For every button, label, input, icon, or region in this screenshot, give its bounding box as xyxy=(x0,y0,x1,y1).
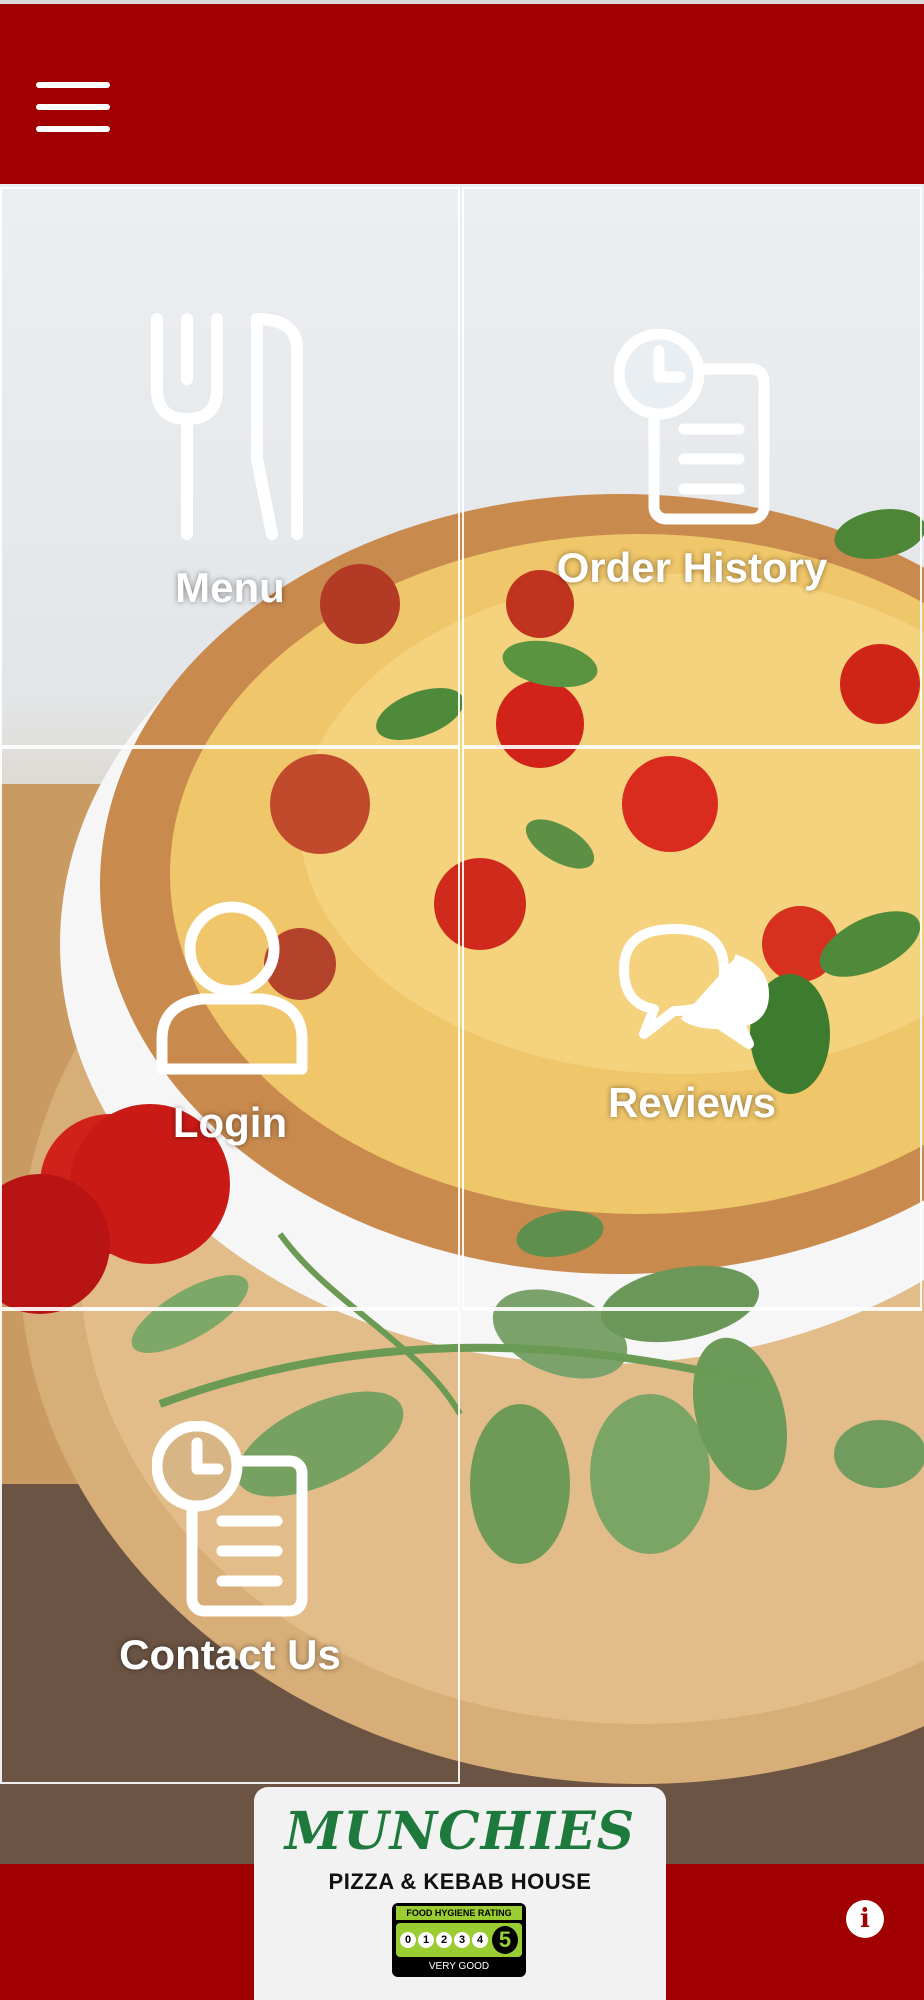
fork-knife-icon xyxy=(151,313,303,540)
tile-login[interactable]: Login xyxy=(0,747,460,1309)
tile-label-menu: Menu xyxy=(175,564,285,611)
hygiene-scale-3: 3 xyxy=(454,1932,470,1948)
hygiene-rating-text: VERY GOOD xyxy=(428,1961,490,1972)
logo-subtitle: PIZZA & KEBAB HOUSE xyxy=(328,1869,592,1894)
hygiene-scale-0: 0 xyxy=(400,1932,416,1948)
restaurant-logo-card: MUNCHIES PIZZA & KEBAB HOUSE FOOD HYGIEN… xyxy=(254,1787,666,2000)
tile-label-login: Login xyxy=(172,1099,288,1146)
logo-title: MUNCHIES xyxy=(284,1801,636,1862)
hygiene-scale: 0 1 2 3 4 5 xyxy=(396,1923,522,1957)
tile-label-order-history: Order History xyxy=(556,544,828,591)
hygiene-scale-2: 2 xyxy=(436,1932,452,1948)
hamburger-line xyxy=(36,82,110,88)
food-hygiene-rating-badge: FOOD HYGIENE RATING 0 1 2 3 4 5 VERY GOO… xyxy=(392,1903,526,1977)
hamburger-line xyxy=(36,126,110,132)
hygiene-scale-4: 4 xyxy=(472,1932,488,1948)
info-icon[interactable]: i xyxy=(846,1900,884,1938)
hygiene-scale-1: 1 xyxy=(418,1932,434,1948)
tile-label-reviews: Reviews xyxy=(607,1079,777,1126)
tile-reviews[interactable]: Reviews xyxy=(462,747,922,1309)
hamburger-menu-icon[interactable] xyxy=(36,80,110,136)
hero-background: Menu Order History Login Reviews Contact… xyxy=(0,184,924,1864)
user-icon xyxy=(156,901,308,1075)
info-glyph: i xyxy=(860,1904,870,1934)
tile-menu[interactable]: Menu xyxy=(0,187,460,747)
tile-contact-us[interactable]: Contact Us xyxy=(0,1309,460,1784)
hygiene-heading: FOOD HYGIENE RATING xyxy=(396,1906,522,1920)
clock-document-icon xyxy=(614,329,770,525)
app-header xyxy=(0,4,924,184)
tile-label-contact-us: Contact Us xyxy=(119,1631,341,1678)
hygiene-rating-value: 5 xyxy=(492,1926,518,1954)
hamburger-line xyxy=(36,104,110,110)
clock-document-icon xyxy=(152,1421,308,1617)
tile-order-history[interactable]: Order History xyxy=(462,187,922,747)
tile-empty xyxy=(462,1309,922,1784)
chat-bubbles-icon xyxy=(619,924,769,1049)
